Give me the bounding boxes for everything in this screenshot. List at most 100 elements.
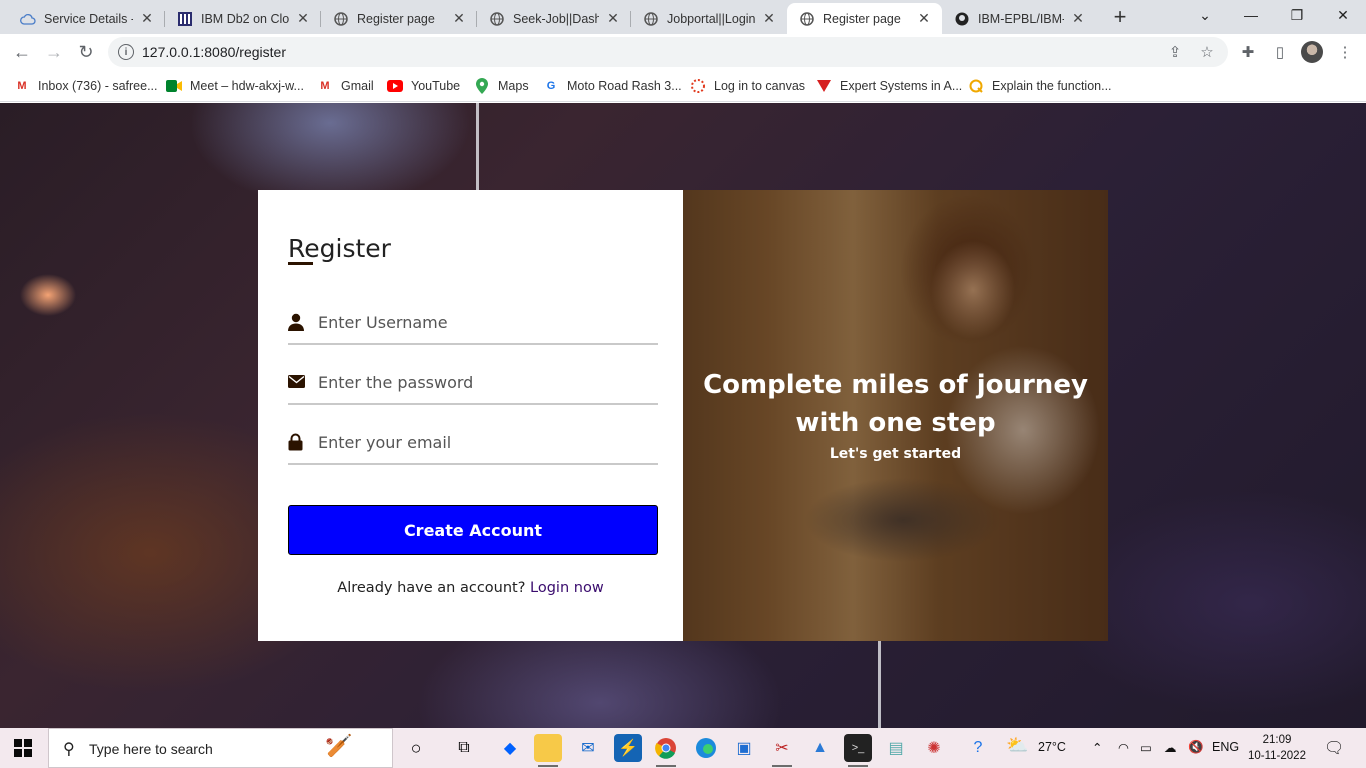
bookmark-label: Explain the function... <box>992 79 1112 93</box>
cricket-doodle-icon: 🏏 <box>325 733 353 758</box>
bookmark-explain-function[interactable]: Explain the function... <box>968 76 1112 96</box>
register-card: Register Create Account <box>258 190 1108 641</box>
tab-title: Seek-Job||Dashb <box>513 11 599 26</box>
hero-image-panel: Complete miles of journey with one step … <box>683 190 1108 641</box>
tab-register-page[interactable]: Register page ✕ <box>321 3 477 34</box>
edge-icon[interactable] <box>692 734 720 762</box>
tab-ibm-db2[interactable]: IBM Db2 on Clou ✕ <box>165 3 321 34</box>
cloud-icon <box>20 11 36 27</box>
dropbox-icon[interactable]: ◆ <box>496 734 524 762</box>
tab-service-details[interactable]: Service Details - I ✕ <box>8 3 165 34</box>
clock-time: 21:09 <box>1262 734 1292 746</box>
taskbar-search-box[interactable]: ⚲ Type here to search 🏏 <box>48 728 393 768</box>
meet-icon <box>166 78 182 94</box>
hero-subline: Let's get started <box>829 446 962 462</box>
create-account-button[interactable]: Create Account <box>288 505 658 555</box>
bookmark-gmail-inbox[interactable]: M Inbox (736) - safree... <box>14 76 158 96</box>
snip-tool-icon[interactable]: ✂ <box>768 734 796 767</box>
bookmark-label: Inbox (736) - safree... <box>38 79 158 93</box>
username-field <box>288 305 658 345</box>
envelope-icon <box>288 375 305 393</box>
minimize-button[interactable]: — <box>1228 0 1274 30</box>
bookmark-expert-systems[interactable]: Expert Systems in A... <box>816 76 962 96</box>
tab-title: Register page <box>357 11 435 26</box>
star-icon[interactable]: ☆ <box>1198 43 1216 61</box>
show-hidden-icons-icon[interactable]: ⌃ <box>1092 740 1102 755</box>
db2-icon <box>177 11 193 27</box>
reload-icon[interactable]: ↻ <box>72 38 100 66</box>
network-app-icon[interactable]: ✺ <box>920 734 948 762</box>
tab-seek-job[interactable]: Seek-Job||Dashb ✕ <box>477 3 631 34</box>
bookmark-canvas[interactable]: Log in to canvas <box>690 76 805 96</box>
bookmark-label: Expert Systems in A... <box>840 79 963 93</box>
task-view-icon[interactable]: ⧉ <box>450 734 478 762</box>
weather-temperature[interactable]: 27°C <box>1038 740 1066 754</box>
powershell-icon[interactable]: ⚡ <box>614 734 642 762</box>
notifications-icon[interactable]: 🗨 <box>1324 738 1344 758</box>
back-arrow-icon[interactable]: ← <box>8 38 36 66</box>
share-icon[interactable]: ⇪ <box>1166 43 1184 61</box>
battery-icon[interactable]: ▭ <box>1140 740 1152 755</box>
site-info-icon[interactable]: i <box>118 44 134 60</box>
bookmark-label: Gmail <box>341 79 374 93</box>
close-window-button[interactable]: ✕ <box>1320 0 1366 30</box>
lock-icon <box>288 433 304 451</box>
mail-icon[interactable]: ✉ <box>574 734 602 762</box>
close-tab-icon[interactable]: ✕ <box>1070 10 1086 27</box>
help-icon[interactable]: ? <box>964 734 992 762</box>
tab-jobportal-login[interactable]: Jobportal||Login ✕ <box>631 3 787 34</box>
store-icon[interactable]: ▣ <box>730 734 758 762</box>
background-decoration <box>476 103 479 193</box>
password-field <box>288 365 658 405</box>
close-tab-icon[interactable]: ✕ <box>605 10 621 27</box>
email-input[interactable] <box>318 429 648 455</box>
tab-title: IBM Db2 on Clou <box>201 11 289 26</box>
close-tab-icon[interactable]: ✕ <box>916 10 932 27</box>
profile-avatar[interactable] <box>1301 41 1323 63</box>
cortana-icon[interactable]: ○ <box>402 734 430 762</box>
new-tab-button[interactable]: + <box>1108 4 1132 29</box>
restore-button[interactable]: ❐ <box>1274 0 1320 30</box>
bookmark-moto-road-rash[interactable]: G Moto Road Rash 3... <box>543 76 682 96</box>
close-tab-icon[interactable]: ✕ <box>139 10 155 27</box>
system-clock[interactable]: 21:09 10-11-2022 <box>1248 732 1306 764</box>
form-title: Register <box>288 234 391 263</box>
tab-github[interactable]: IBM-EPBL/IBM-Pr ✕ <box>942 3 1096 34</box>
windows-start-icon[interactable] <box>14 739 32 757</box>
url-text[interactable]: 127.0.0.1:8080/register <box>142 44 286 60</box>
onedrive-icon[interactable]: ☁ <box>1164 740 1177 755</box>
tab-search-icon[interactable]: ⌄ <box>1182 0 1228 30</box>
bookmark-youtube[interactable]: YouTube <box>387 76 460 96</box>
bookmark-label: YouTube <box>411 79 461 93</box>
chrome-icon[interactable] <box>652 734 680 767</box>
hero-headline: Complete miles of journey with one step <box>683 366 1108 442</box>
address-bar[interactable]: i 127.0.0.1:8080/register ⇪ ☆ <box>108 37 1228 67</box>
bookmark-meet[interactable]: Meet – hdw-akxj-w... <box>166 76 304 96</box>
bookmark-gmail[interactable]: M Gmail <box>317 76 374 96</box>
login-prompt-text: Already have an account? <box>337 580 526 596</box>
terminal-icon[interactable]: >_ <box>844 734 872 767</box>
wifi-icon[interactable]: ◠ <box>1118 740 1129 755</box>
bookmark-label: Moto Road Rash 3... <box>567 79 682 93</box>
extensions-icon[interactable]: ✚ <box>1238 42 1258 62</box>
side-panel-icon[interactable]: ▯ <box>1270 42 1290 62</box>
volume-muted-icon[interactable]: 🔇 <box>1188 740 1204 755</box>
close-tab-icon[interactable]: ✕ <box>295 10 311 27</box>
close-tab-icon[interactable]: ✕ <box>451 10 467 27</box>
file-explorer-icon[interactable] <box>534 734 562 767</box>
menu-kebab-icon[interactable]: ⋮ <box>1335 42 1355 62</box>
bookmark-maps[interactable]: Maps <box>474 76 529 96</box>
language-indicator[interactable]: ENG <box>1212 740 1239 754</box>
photos-icon[interactable]: ▲ <box>806 734 834 762</box>
weather-cloud-icon[interactable]: ⛅ <box>1006 735 1028 756</box>
google-g-icon: G <box>546 80 556 92</box>
youtube-icon <box>387 78 403 94</box>
login-now-link[interactable]: Login now <box>530 580 604 596</box>
username-input[interactable] <box>318 309 648 335</box>
notepad-icon[interactable]: ▤ <box>882 734 910 762</box>
gmail-icon: M <box>17 80 27 92</box>
forward-arrow-icon[interactable]: → <box>40 38 68 66</box>
password-input[interactable] <box>318 369 648 395</box>
close-tab-icon[interactable]: ✕ <box>761 10 777 27</box>
tab-register-page-active[interactable]: Register page ✕ <box>787 3 942 34</box>
